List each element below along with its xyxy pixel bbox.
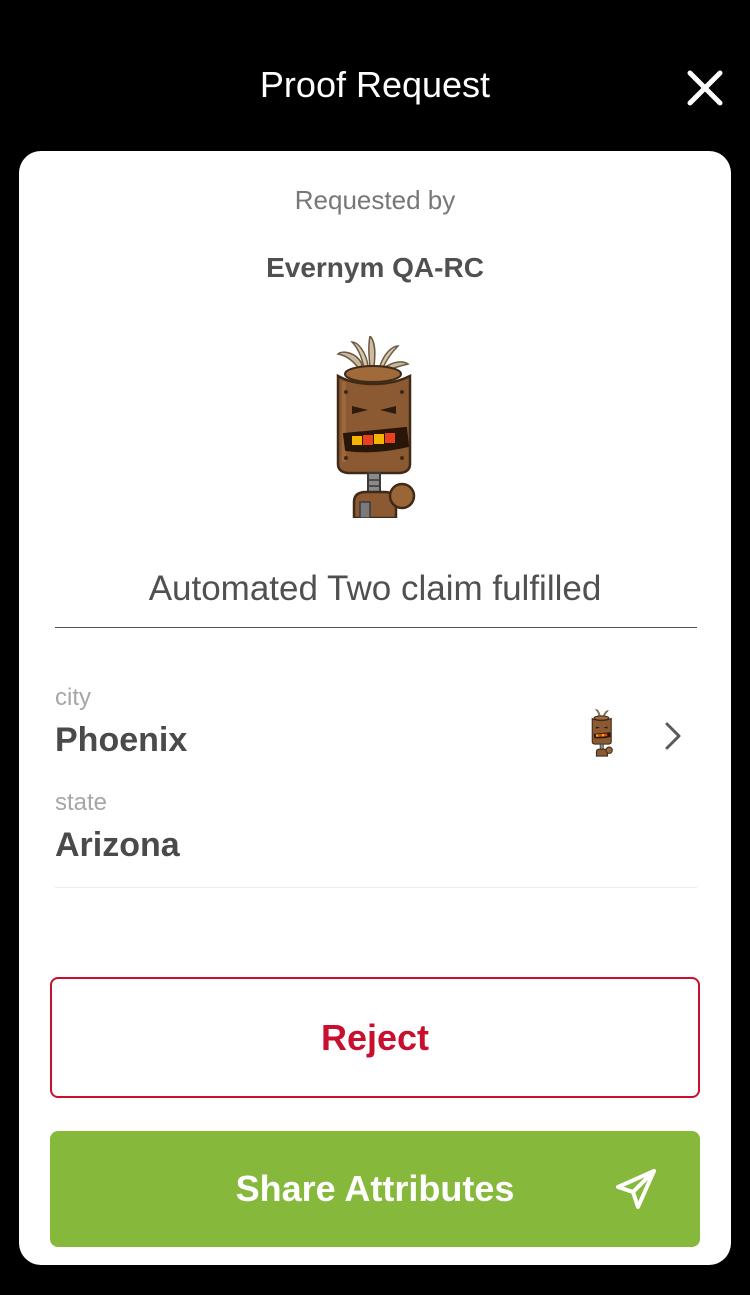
share-attributes-label: Share Attributes: [235, 1168, 515, 1209]
attributes-divider: [55, 887, 697, 888]
attribute-label-city: city: [55, 684, 91, 711]
attribute-value-state: Arizona: [55, 826, 180, 864]
requested-by-label: Requested by: [294, 185, 456, 215]
close-button[interactable]: [683, 66, 727, 110]
attribute-label-state: state: [55, 789, 108, 816]
header: Proof Request: [0, 0, 750, 150]
share-attributes-button[interactable]: Share Attributes: [50, 1131, 700, 1247]
send-icon: [616, 1169, 656, 1209]
requester-name: Evernym QA-RC: [266, 252, 484, 283]
proof-request-screen: Proof Request Requested by Evernym QA-RC: [0, 0, 750, 1295]
header-title: Proof Request: [259, 64, 491, 105]
attribute-value-city: Phoenix: [55, 721, 188, 759]
proof-request-title: Automated Two claim fulfilled: [148, 569, 602, 608]
chevron-right-icon[interactable]: [662, 720, 684, 752]
title-divider: [55, 627, 697, 628]
reject-button[interactable]: Reject: [50, 977, 700, 1098]
close-icon: [687, 70, 723, 106]
credential-source-avatar-icon[interactable]: [588, 704, 616, 760]
tiki-robot-avatar-icon: [336, 336, 416, 518]
